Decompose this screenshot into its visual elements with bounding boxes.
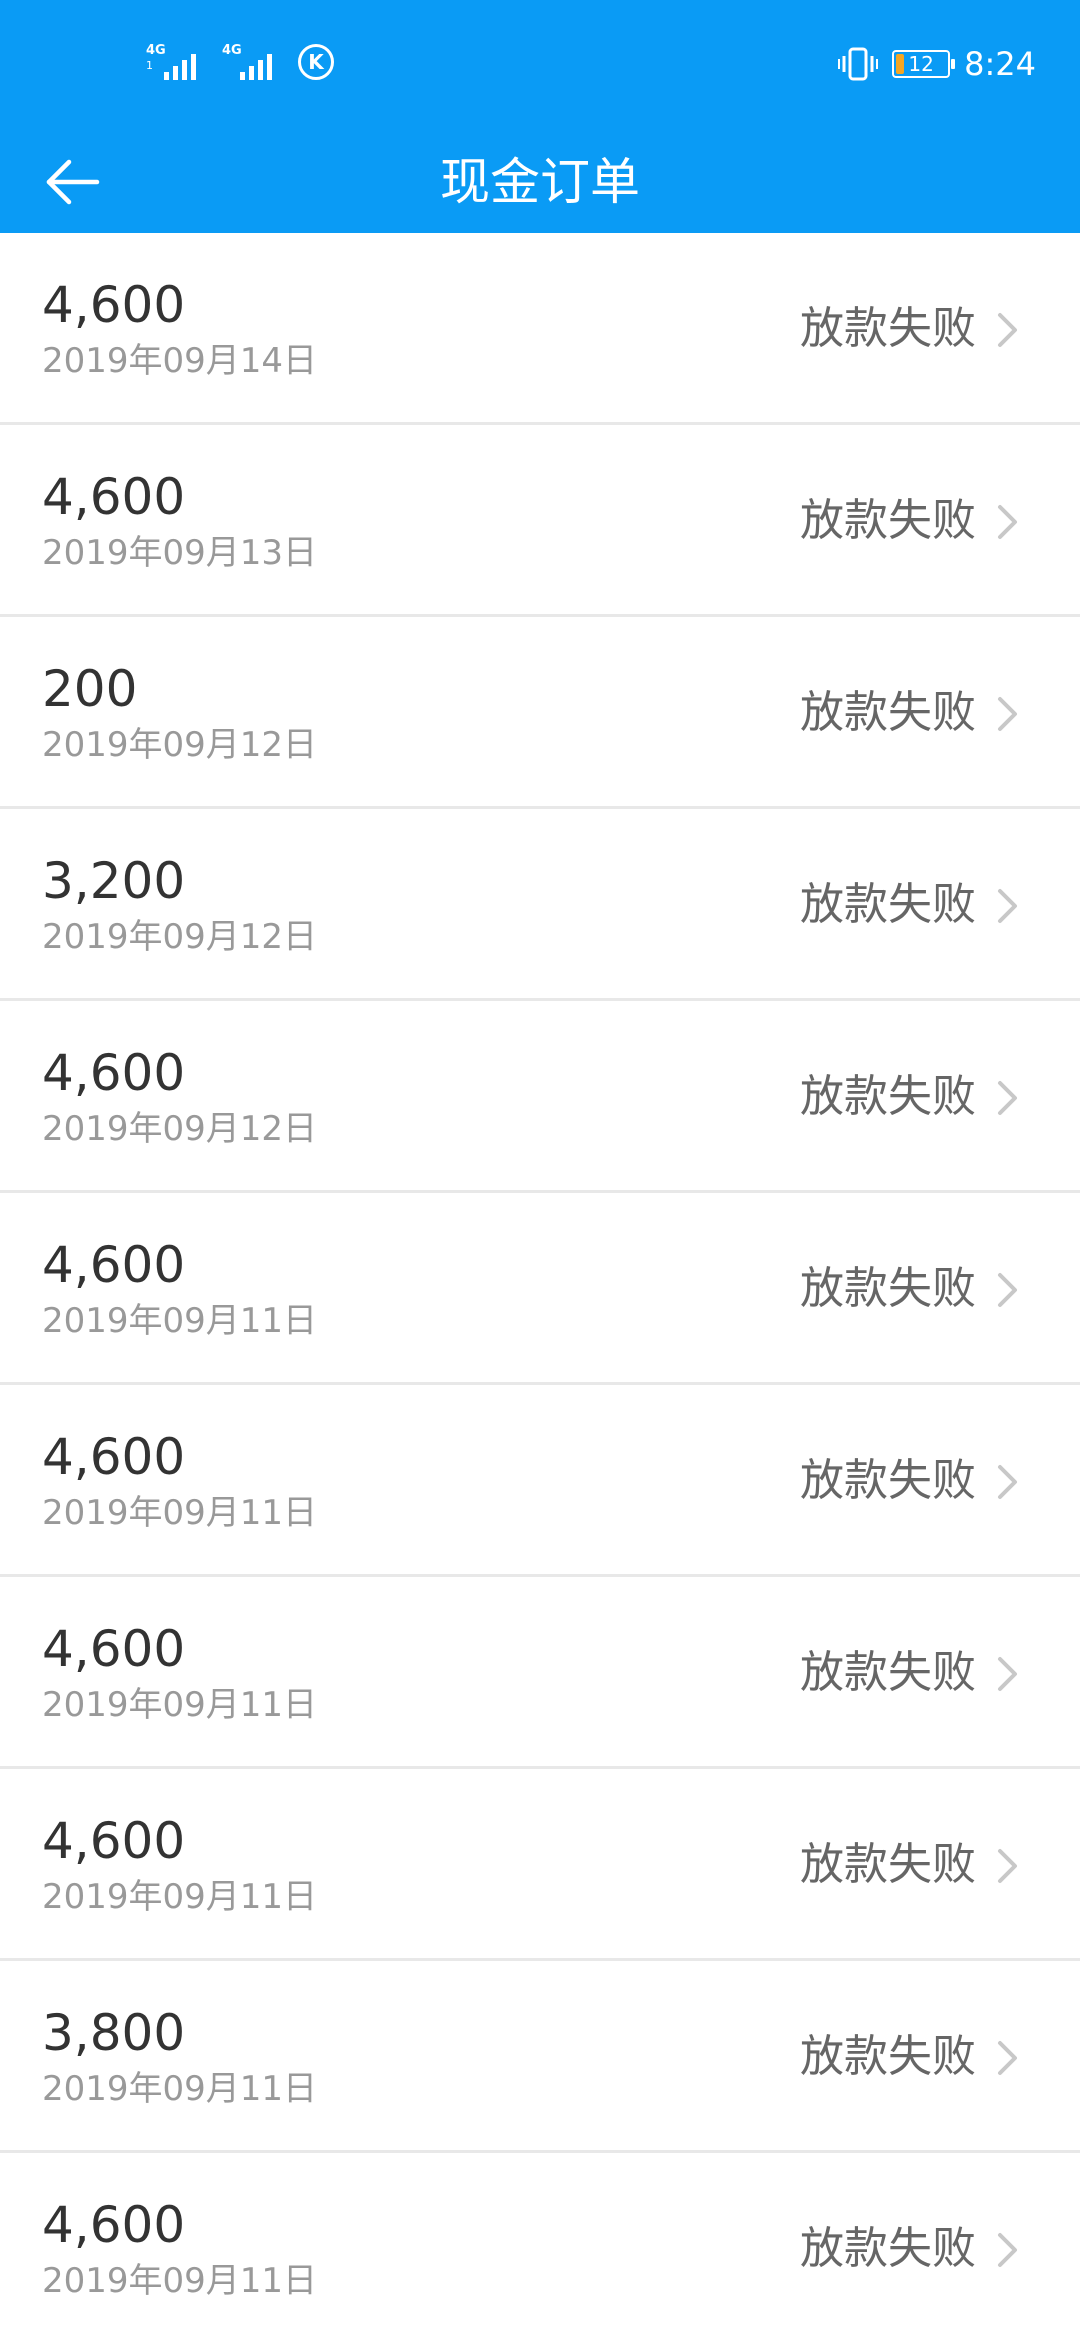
order-date: 2019年09月12日 — [42, 725, 318, 765]
order-row[interactable]: 3,800 2019年09月11日 放款失败 — [0, 1961, 1080, 2153]
order-amount: 4,600 — [42, 276, 186, 334]
order-amount: 3,200 — [42, 852, 186, 910]
back-arrow-icon — [46, 159, 100, 205]
order-date: 2019年09月12日 — [42, 917, 318, 957]
network-type-label: 4G — [146, 43, 166, 58]
order-date: 2019年09月11日 — [42, 1877, 318, 1917]
order-row[interactable]: 4,600 2019年09月14日 放款失败 — [0, 233, 1080, 425]
order-row[interactable]: 4,600 2019年09月11日 放款失败 — [0, 1385, 1080, 1577]
order-amount: 200 — [42, 660, 138, 718]
order-row[interactable]: 4,600 2019年09月11日 放款失败 — [0, 1193, 1080, 1385]
network-type-label-2: 4G — [222, 43, 242, 58]
chevron-right-icon — [998, 2041, 1017, 2075]
vibrate-icon — [838, 47, 879, 81]
chevron-right-icon — [998, 505, 1017, 539]
battery-level: 12 — [908, 52, 934, 76]
status-time: 8:24 — [964, 45, 1036, 83]
order-amount: 4,600 — [42, 1812, 186, 1870]
order-row[interactable]: 200 2019年09月12日 放款失败 — [0, 617, 1080, 809]
chevron-right-icon — [998, 697, 1017, 731]
page-title: 现金订单 — [440, 153, 640, 211]
status-bar-right: 12 8:24 — [838, 44, 1036, 84]
app-header: 4G 1 4G K 12 8:24 现金订单 — [0, 0, 1080, 233]
order-status: 放款失败 — [800, 2031, 976, 2082]
order-amount: 3,800 — [42, 2004, 186, 2062]
order-amount: 4,600 — [42, 1620, 186, 1678]
order-list: 4,600 2019年09月14日 放款失败 4,600 2019年09月13日… — [0, 233, 1080, 2340]
chevron-right-icon — [998, 1081, 1017, 1115]
order-amount: 4,600 — [42, 1044, 186, 1102]
order-date: 2019年09月11日 — [42, 1493, 318, 1533]
order-amount: 4,600 — [42, 2196, 186, 2254]
order-status: 放款失败 — [800, 1263, 976, 1314]
signal-icon: 4G 1 — [146, 44, 204, 84]
order-status: 放款失败 — [800, 495, 976, 546]
back-button[interactable] — [28, 146, 118, 218]
title-bar: 现金订单 — [0, 132, 1080, 233]
chevron-right-icon — [998, 1465, 1017, 1499]
order-date: 2019年09月11日 — [42, 2261, 318, 2301]
order-date: 2019年09月11日 — [42, 1685, 318, 1725]
order-row[interactable]: 4,600 2019年09月11日 放款失败 — [0, 1577, 1080, 1769]
chevron-right-icon — [998, 1273, 1017, 1307]
order-date: 2019年09月11日 — [42, 2069, 318, 2109]
order-status: 放款失败 — [800, 879, 976, 930]
battery-icon: 12 — [892, 50, 956, 78]
order-amount: 4,600 — [42, 1236, 186, 1294]
order-date: 2019年09月14日 — [42, 341, 318, 381]
signal-bars — [164, 54, 196, 80]
order-date: 2019年09月12日 — [42, 1109, 318, 1149]
status-bar: 4G 1 4G K 12 8:24 — [0, 0, 1080, 132]
order-status: 放款失败 — [800, 687, 976, 738]
order-status: 放款失败 — [800, 1839, 976, 1890]
order-status: 放款失败 — [800, 2223, 976, 2274]
order-row[interactable]: 4,600 2019年09月12日 放款失败 — [0, 1001, 1080, 1193]
order-amount: 4,600 — [42, 1428, 186, 1486]
chevron-right-icon — [998, 1657, 1017, 1691]
status-bar-left: 4G 1 4G K — [146, 44, 334, 84]
signal-icon-2: 4G — [222, 44, 280, 84]
order-row[interactable]: 4,600 2019年09月11日 放款失败 — [0, 1769, 1080, 1961]
order-row[interactable]: 4,600 2019年09月11日 放款失败 — [0, 2153, 1080, 2340]
signal-bars-2 — [240, 54, 272, 80]
chevron-right-icon — [998, 313, 1017, 347]
order-date: 2019年09月13日 — [42, 533, 318, 573]
app-screen: 4G 1 4G K 12 8:24 现金订单 4,600 2019年09月14日… — [0, 0, 1080, 2340]
chevron-right-icon — [998, 1849, 1017, 1883]
order-date: 2019年09月11日 — [42, 1301, 318, 1341]
order-row[interactable]: 4,600 2019年09月13日 放款失败 — [0, 425, 1080, 617]
order-status: 放款失败 — [800, 1455, 976, 1506]
order-status: 放款失败 — [800, 1647, 976, 1698]
chevron-right-icon — [998, 2233, 1017, 2267]
order-status: 放款失败 — [800, 303, 976, 354]
order-row[interactable]: 3,200 2019年09月12日 放款失败 — [0, 809, 1080, 1001]
sim-number-label: 1 — [146, 59, 153, 72]
order-amount: 4,600 — [42, 468, 186, 526]
k-app-icon: K — [298, 44, 334, 80]
chevron-right-icon — [998, 889, 1017, 923]
order-status: 放款失败 — [800, 1071, 976, 1122]
